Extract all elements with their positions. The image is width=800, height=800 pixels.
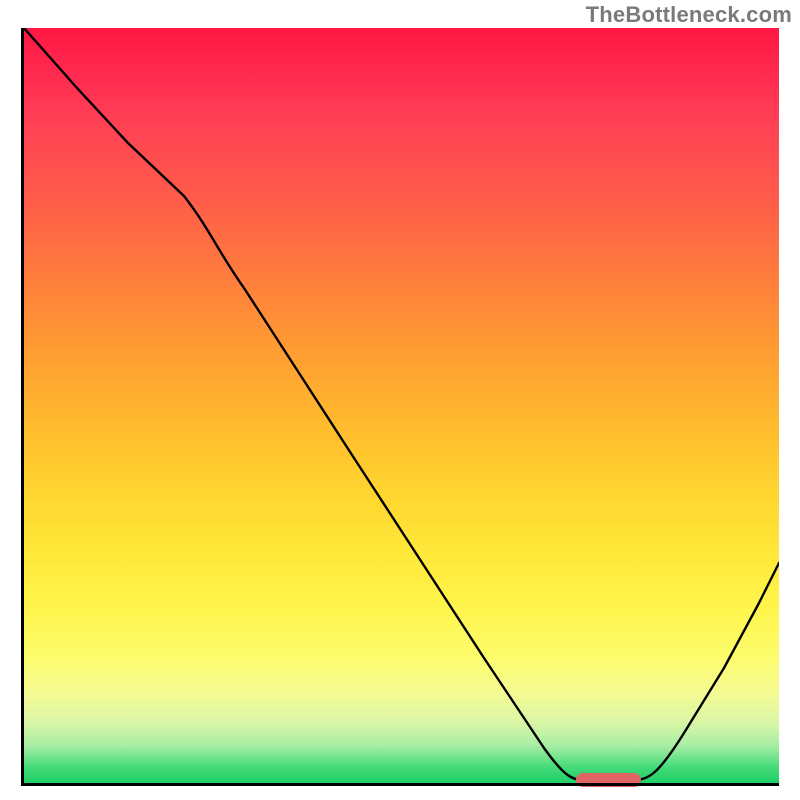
bottleneck-curve <box>24 28 779 783</box>
plot-area <box>21 28 779 786</box>
x-axis <box>21 783 779 786</box>
curve-path <box>24 28 779 780</box>
y-axis <box>21 28 24 786</box>
chart-container: { "watermark": "TheBottleneck.com", "cha… <box>0 0 800 800</box>
watermark-text: TheBottleneck.com <box>586 2 792 28</box>
